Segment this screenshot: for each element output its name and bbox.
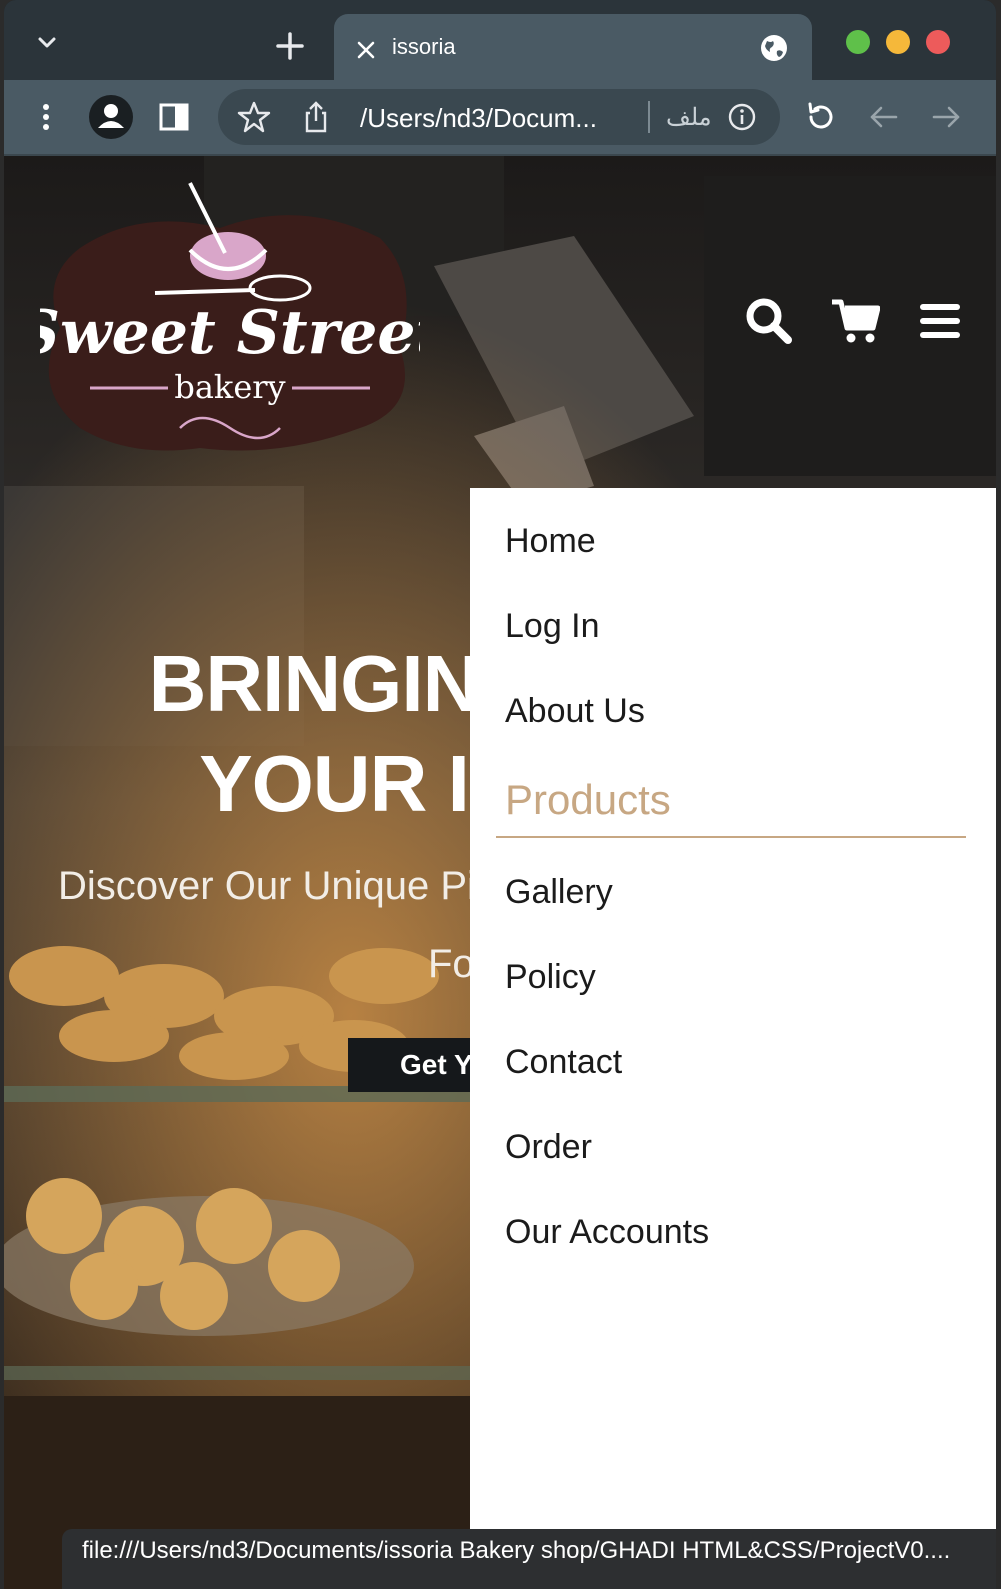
chevron-down-icon[interactable] xyxy=(32,28,62,58)
active-item-underline xyxy=(496,836,966,838)
browser-window: issoria /Users/nd3/Docum... ملف weet Str… xyxy=(4,0,996,1589)
menu-item-about-us[interactable]: About Us xyxy=(505,692,645,731)
more-options-icon[interactable] xyxy=(28,99,64,135)
hero-subtitle-line2: Fo xyxy=(428,942,475,986)
browser-toolbar: /Users/nd3/Docum... ملف xyxy=(4,80,996,156)
search-icon[interactable] xyxy=(744,296,794,346)
logo-wordmark: Sweet Street xyxy=(40,298,420,368)
address-bar[interactable]: /Users/nd3/Docum... ملف xyxy=(218,89,780,145)
minimize-window-button[interactable] xyxy=(886,30,910,54)
menu-item-contact[interactable]: Contact xyxy=(505,1043,622,1082)
tab-title: issoria xyxy=(392,34,456,59)
side-navigation-menu: Home Log In About Us Products Gallery Po… xyxy=(470,488,996,1589)
close-window-button[interactable] xyxy=(926,30,950,54)
reload-icon[interactable] xyxy=(802,99,838,135)
page-viewport: Sweet Street bakery xyxy=(4,156,996,1589)
plus-icon xyxy=(276,32,304,60)
share-icon[interactable] xyxy=(298,99,334,135)
zoom-window-button[interactable] xyxy=(846,30,870,54)
url-separator xyxy=(648,101,650,133)
new-tab-button[interactable] xyxy=(272,28,308,64)
site-header: Sweet Street bakery xyxy=(4,156,996,488)
url-text: /Users/nd3/Docum... xyxy=(360,103,597,133)
forward-arrow-icon[interactable] xyxy=(928,99,964,135)
globe-icon xyxy=(761,35,787,61)
site-info-icon[interactable] xyxy=(726,101,758,133)
menu-item-gallery[interactable]: Gallery xyxy=(505,873,613,912)
active-tab[interactable]: issoria xyxy=(334,14,812,84)
bakery-logo[interactable]: Sweet Street bakery xyxy=(40,178,420,468)
menu-item-login[interactable]: Log In xyxy=(505,607,600,646)
hamburger-menu-icon[interactable] xyxy=(916,296,966,346)
back-arrow-icon[interactable] xyxy=(866,99,902,135)
menu-item-home[interactable]: Home xyxy=(505,522,596,561)
profile-avatar-icon[interactable] xyxy=(88,94,134,140)
menu-item-order[interactable]: Order xyxy=(505,1128,592,1167)
close-icon[interactable] xyxy=(354,38,378,62)
menu-item-policy[interactable]: Policy xyxy=(505,958,596,997)
menu-item-products[interactable]: Products xyxy=(505,776,671,824)
shopping-cart-icon[interactable] xyxy=(830,296,880,346)
menu-item-our-accounts[interactable]: Our Accounts xyxy=(505,1213,709,1252)
file-scheme-label: ملف xyxy=(666,104,712,131)
side-panel-icon[interactable] xyxy=(156,99,192,135)
hero-subtitle-line1: Discover Our Unique Pi xyxy=(58,864,476,908)
logo-subtitle: bakery xyxy=(174,368,285,406)
tab-strip: issoria xyxy=(4,0,996,84)
star-bookmark-icon[interactable] xyxy=(236,99,272,135)
link-status-bubble: file:///Users/nd3/Documents/issoria Bake… xyxy=(62,1529,996,1589)
